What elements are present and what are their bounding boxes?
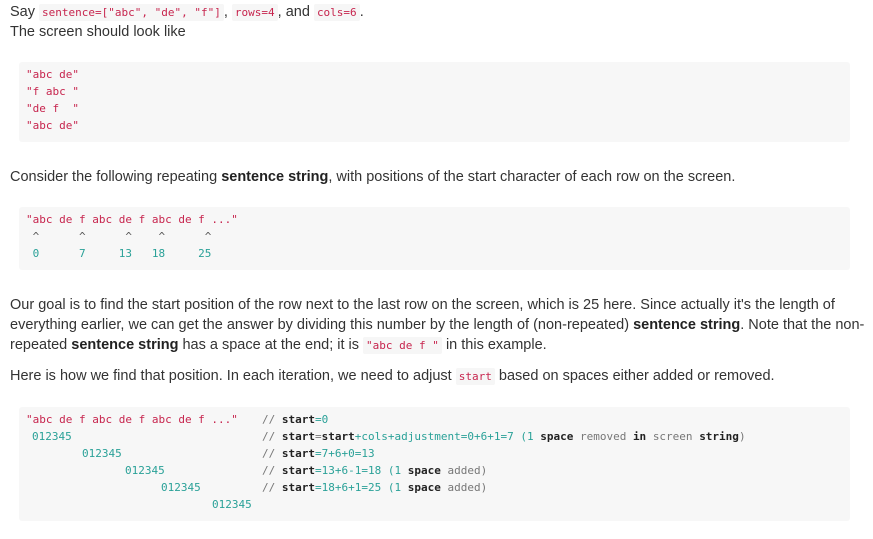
separator: , and xyxy=(277,4,310,20)
goal-l2-bold: sentence string xyxy=(633,317,741,333)
screen-row: "abc de" xyxy=(26,119,79,132)
inline-code-start: start xyxy=(455,368,495,385)
here-paragraph: Here is how we find that position. In ea… xyxy=(10,366,775,387)
comment-start-0: // start=0 xyxy=(262,413,329,426)
screen-row: "abc de" xyxy=(26,68,79,81)
goal-l2-pre: everything earlier, we can get the answe… xyxy=(10,317,630,333)
here-pre: Here is how we find that position. In ea… xyxy=(10,368,452,384)
goal-line-1: Our goal is to find the start position o… xyxy=(10,297,835,313)
repeating-sentence-string: "abc de f abc de f abc de f ..." xyxy=(26,213,238,226)
caret-row: ^ ^ ^ ^ ^ xyxy=(26,230,212,243)
column-digits: 012345 xyxy=(32,430,72,443)
goal-l2-post: . Note that the non- xyxy=(740,317,865,333)
goal-l3-mid: has a space at the end; it is xyxy=(182,337,360,353)
iteration-sentence-string: "abc de f abc de f abc de f ..." xyxy=(26,413,238,426)
inline-code-sentence: sentence=["abc", "de", "f"] xyxy=(39,4,224,21)
column-digits: 012345 xyxy=(161,481,201,494)
inline-code-cols: cols=6 xyxy=(313,4,360,21)
period: . xyxy=(359,4,364,20)
goal-l3-pre: repeated xyxy=(10,337,68,353)
separator: , xyxy=(223,4,228,20)
consider-pre: Consider the following repeating xyxy=(10,169,218,185)
screen-row: "de f " xyxy=(26,102,79,115)
screen-code-block: "abc de" "f abc " "de f " "abc de" xyxy=(19,62,850,142)
consider-bold: sentence string xyxy=(221,169,329,185)
column-digits: 012345 xyxy=(82,447,122,460)
intro-line-2: The screen should look like xyxy=(10,24,186,40)
inline-code-rows: rows=4 xyxy=(231,4,278,21)
goal-line-2: everything earlier, we can get the answe… xyxy=(10,315,864,335)
consider-post: , with positions of the start character … xyxy=(328,169,736,185)
positions-code-block: "abc de f abc de f abc de f ..." ^ ^ ^ ^… xyxy=(19,207,850,270)
column-digits: 012345 xyxy=(212,498,252,511)
comment-start-18: // start=13+6-1=18 (1 space added) xyxy=(262,464,488,477)
comment-start-25: // start=18+6+1=25 (1 space added) xyxy=(262,481,488,494)
comment-start-13: // start=7+6+0=13 xyxy=(262,447,375,460)
consider-paragraph: Consider the following repeating sentenc… xyxy=(10,167,735,187)
iteration-code-block: "abc de f abc de f abc de f ..." // star… xyxy=(19,407,850,521)
intro-line: Say sentence=["abc", "de", "f"], rows=4,… xyxy=(10,2,364,23)
say-text: Say xyxy=(10,4,35,20)
column-digits: 012345 xyxy=(125,464,165,477)
inline-code-sentence-string: "abc de f " xyxy=(363,337,442,354)
here-post: based on spaces either added or removed. xyxy=(498,368,775,384)
goal-l3-bold: sentence string xyxy=(71,337,179,353)
screen-row: "f abc " xyxy=(26,85,79,98)
comment-start-7: // start=start+cols+adjustment=0+6+1=7 (… xyxy=(262,430,746,443)
goal-line-3: repeated sentence string has a space at … xyxy=(10,335,547,356)
goal-l3-post: in this example. xyxy=(445,337,547,353)
position-numbers: 0 7 13 18 25 xyxy=(26,247,212,260)
